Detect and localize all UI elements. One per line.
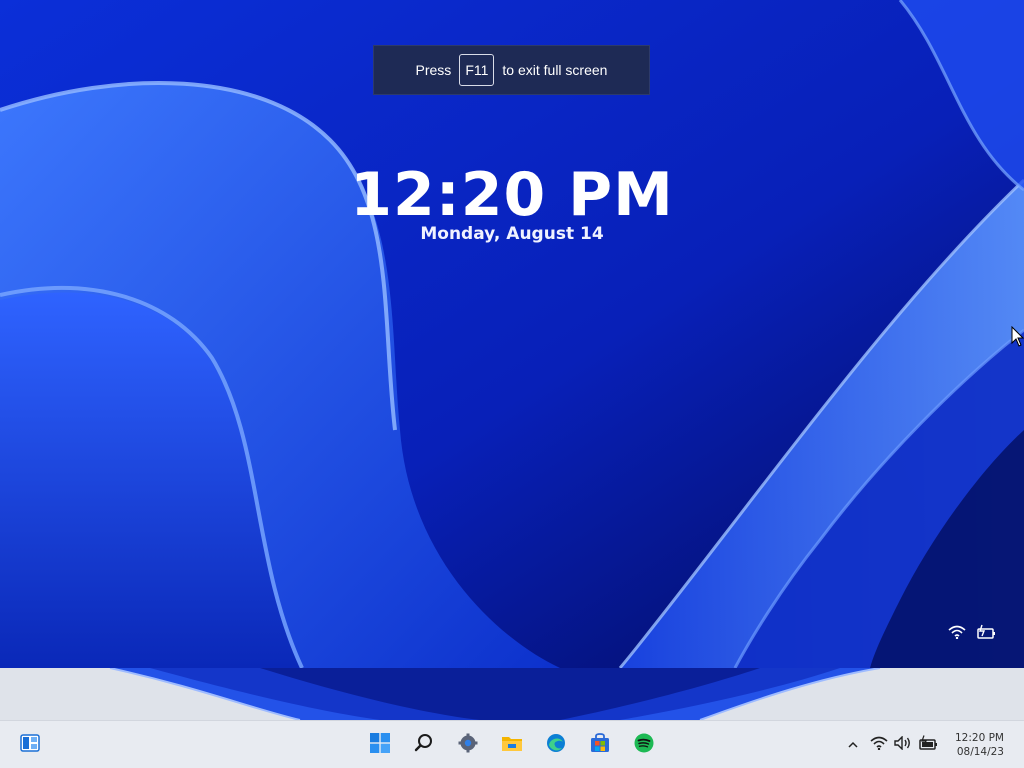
- lock-screen-time: 12:20 PM: [350, 160, 674, 230]
- taskbar-clock-date: 08/14/23: [956, 746, 1004, 758]
- fullscreen-notice: Press F11 to exit full screen: [373, 45, 650, 95]
- edge-icon: [546, 733, 566, 758]
- chevron-up-icon: [847, 736, 859, 754]
- settings-button[interactable]: [450, 727, 486, 763]
- windows-start-icon: [370, 732, 390, 758]
- wifi-icon: [870, 736, 888, 755]
- desktop-wallpaper-strip: [0, 668, 1024, 720]
- f11-key-badge: F11: [459, 54, 495, 86]
- store-icon: [590, 732, 610, 758]
- store-button[interactable]: [582, 727, 618, 763]
- file-explorer-icon: [501, 734, 523, 757]
- spotify-button[interactable]: [626, 727, 662, 763]
- wallpaper-ribbons: [0, 0, 1024, 668]
- search-button[interactable]: [406, 727, 442, 763]
- battery-charging-icon: [918, 734, 938, 756]
- fullscreen-notice-prefix: Press: [415, 62, 452, 78]
- mouse-cursor-icon: [1011, 325, 1024, 353]
- lock-screen-date: Monday, August 14: [420, 224, 604, 244]
- start-button[interactable]: [362, 727, 398, 763]
- taskbar: 12:20 PM 08/14/23: [0, 720, 1024, 768]
- file-explorer-button[interactable]: [494, 727, 530, 763]
- show-hidden-icons-button[interactable]: [836, 727, 870, 763]
- widgets-button[interactable]: [12, 727, 48, 763]
- lock-screen-wallpaper: [0, 0, 1024, 668]
- search-icon: [414, 733, 434, 758]
- widgets-icon: [20, 733, 40, 757]
- battery-charging-icon: [976, 624, 996, 645]
- fullscreen-notice-suffix: to exit full screen: [502, 62, 608, 78]
- volume-icon: [894, 734, 912, 755]
- taskbar-clock[interactable]: 12:20 PM 08/14/23: [955, 731, 1004, 759]
- edge-button[interactable]: [538, 727, 574, 763]
- wifi-icon: [948, 625, 966, 644]
- lock-screen-status: [948, 624, 996, 645]
- taskbar-clock-time: 12:20 PM: [955, 732, 1004, 744]
- quick-settings-button[interactable]: [866, 727, 942, 763]
- spotify-icon: [634, 733, 654, 758]
- settings-icon: [458, 733, 478, 758]
